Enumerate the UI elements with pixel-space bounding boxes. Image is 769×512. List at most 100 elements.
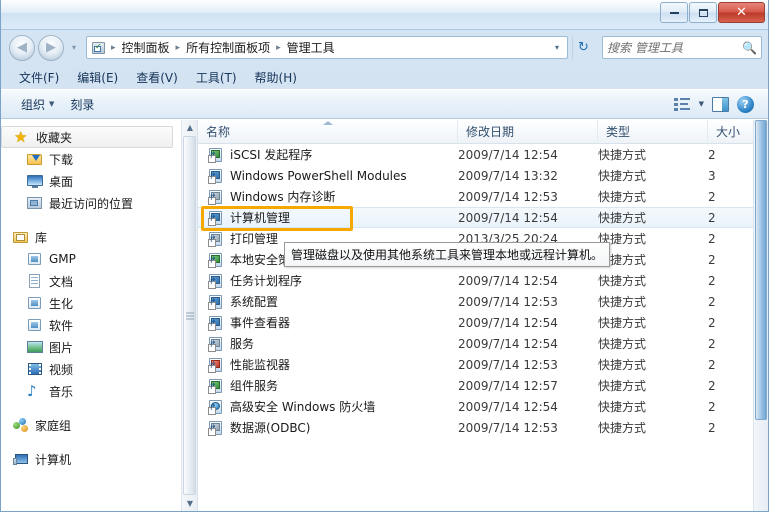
- sidebar-group-libraries[interactable]: 库: [1, 226, 181, 248]
- menu-view[interactable]: 查看(V): [128, 66, 186, 89]
- sidebar-item-software[interactable]: 软件: [1, 314, 181, 336]
- menu-file[interactable]: 文件(F): [11, 66, 67, 89]
- organize-button[interactable]: 组织 ▼: [13, 93, 62, 116]
- file-name-cell[interactable]: 数据源(ODBC): [198, 419, 458, 436]
- file-name-cell[interactable]: 事件查看器: [198, 314, 458, 331]
- close-button[interactable]: ✕: [718, 2, 765, 23]
- table-row[interactable]: Windows PowerShell Modules 2009/7/14 13:…: [198, 165, 768, 186]
- sidebar-item-recent-places[interactable]: 最近访问的位置: [1, 192, 181, 214]
- refresh-button[interactable]: ↻: [572, 36, 594, 59]
- sidebar-item-music[interactable]: 音乐: [1, 380, 181, 402]
- preview-pane-icon[interactable]: [712, 96, 729, 112]
- mmc-shortcut-icon: [208, 336, 224, 352]
- file-name-cell[interactable]: 高级安全 Windows 防火墙: [198, 398, 458, 415]
- sort-ascending-icon: [322, 120, 333, 125]
- history-dropdown-button[interactable]: ▾: [67, 38, 81, 58]
- sidebar-label-pictures: 图片: [49, 340, 74, 355]
- file-list-scrollbar[interactable]: [753, 120, 768, 511]
- file-date-cell: 2009/7/14 12:54: [458, 210, 558, 225]
- sidebar-item-shenghua[interactable]: 生化: [1, 292, 181, 314]
- back-button[interactable]: ◀: [9, 34, 35, 61]
- table-row[interactable]: 服务 2009/7/14 12:54 快捷方式 2: [198, 333, 768, 354]
- table-row[interactable]: 事件查看器 2009/7/14 12:54 快捷方式 2: [198, 312, 768, 333]
- help-icon[interactable]: ?: [737, 95, 754, 113]
- navigation-pane-scrollbar[interactable]: ▲ ▼: [181, 120, 197, 511]
- mmc-shortcut-icon: [208, 315, 224, 331]
- menu-bar: 文件(F) 编辑(E) 查看(V) 工具(T) 帮助(H): [1, 65, 768, 89]
- scrollbar-thumb[interactable]: [755, 120, 767, 420]
- view-chevron-down-icon[interactable]: ▼: [699, 100, 704, 108]
- sidebar-group-computer[interactable]: 计算机: [1, 448, 181, 470]
- table-row-computer-management[interactable]: 计算机管理 2009/7/14 12:54 快捷方式 2: [198, 207, 768, 228]
- column-label-name: 名称: [206, 124, 231, 139]
- file-name-cell[interactable]: 任务计划程序: [198, 272, 458, 289]
- table-row[interactable]: 高级安全 Windows 防火墙 2009/7/14 12:54 快捷方式 2: [198, 396, 768, 417]
- sidebar-group-favorites[interactable]: 收藏夹: [1, 126, 173, 148]
- navigation-pane: 收藏夹 下载 桌面 最近访问的位置 库 GMP: [1, 120, 181, 511]
- documents-icon: [27, 273, 43, 289]
- file-name-label: 高级安全 Windows 防火墙: [230, 400, 376, 414]
- table-row[interactable]: 任务计划程序 2009/7/14 12:54 快捷方式 2: [198, 270, 768, 291]
- body-split: 收藏夹 下载 桌面 最近访问的位置 库 GMP: [1, 119, 768, 511]
- file-name-cell[interactable]: 性能监视器: [198, 356, 458, 373]
- mmc-shortcut-icon: [208, 147, 224, 163]
- sidebar-item-pictures[interactable]: 图片: [1, 336, 181, 358]
- column-header-date[interactable]: 修改日期: [458, 120, 598, 144]
- file-type-cell: 快捷方式: [598, 211, 647, 225]
- file-type-cell: 快捷方式: [598, 295, 647, 309]
- sidebar-item-documents[interactable]: 文档: [1, 270, 181, 292]
- breadcrumb-item-admin-tools[interactable]: 管理工具: [283, 37, 339, 58]
- menu-help[interactable]: 帮助(H): [247, 66, 305, 89]
- sidebar-group-homegroup[interactable]: 家庭组: [1, 414, 181, 436]
- file-name-cell[interactable]: 系统配置: [198, 293, 458, 310]
- column-header-type[interactable]: 类型: [598, 120, 708, 144]
- library-folder-icon: [13, 229, 29, 245]
- sidebar-label-libraries: 库: [35, 230, 48, 245]
- menu-tools[interactable]: 工具(T): [188, 66, 245, 89]
- videos-icon: [27, 361, 43, 377]
- table-row[interactable]: 系统配置 2009/7/14 12:53 快捷方式 2: [198, 291, 768, 312]
- sidebar-item-downloads[interactable]: 下载: [1, 148, 181, 170]
- sidebar-item-videos[interactable]: 视频: [1, 358, 181, 380]
- minimize-button[interactable]: [660, 2, 688, 23]
- breadcrumb-item-control-panel[interactable]: 控制面板: [118, 37, 174, 58]
- file-date-cell: 2009/7/14 12:54: [458, 399, 558, 414]
- list-view-icon[interactable]: [673, 97, 691, 112]
- sidebar-item-gmp[interactable]: GMP: [1, 248, 181, 270]
- table-row[interactable]: Windows 内存诊断 2009/7/14 12:53 快捷方式 2: [198, 186, 768, 207]
- menu-edit[interactable]: 编辑(E): [69, 66, 126, 89]
- breadcrumb-address-bar[interactable]: ▸ 控制面板 ▸ 所有控制面板项 ▸ 管理工具 ▾: [86, 36, 568, 59]
- file-name-cell[interactable]: 计算机管理: [198, 209, 458, 226]
- search-input[interactable]: 搜索 管理工具: [607, 39, 742, 56]
- sidebar-label-documents: 文档: [49, 274, 74, 289]
- mmc-shortcut-icon: [208, 378, 224, 394]
- file-name-cell[interactable]: Windows 内存诊断: [198, 188, 458, 205]
- scroll-down-arrow-icon[interactable]: ▼: [182, 496, 198, 511]
- file-name-cell[interactable]: iSCSI 发起程序: [198, 146, 458, 163]
- breadcrumb-item-all-items[interactable]: 所有控制面板项: [182, 37, 274, 58]
- scroll-up-arrow-icon[interactable]: ▲: [182, 120, 198, 135]
- maximize-button[interactable]: [689, 2, 717, 23]
- address-dropdown-icon[interactable]: ▾: [549, 43, 565, 52]
- search-icon: 🔍: [742, 40, 757, 55]
- table-row[interactable]: 性能监视器 2009/7/14 12:53 快捷方式 2: [198, 354, 768, 375]
- table-row[interactable]: 组件服务 2009/7/14 12:57 快捷方式 2: [198, 375, 768, 396]
- file-name-cell[interactable]: 服务: [198, 335, 458, 352]
- sidebar-item-desktop[interactable]: 桌面: [1, 170, 181, 192]
- burn-button[interactable]: 刻录: [62, 93, 102, 116]
- table-row[interactable]: iSCSI 发起程序 2009/7/14 12:54 快捷方式 2: [198, 144, 768, 165]
- forward-button[interactable]: ▶: [38, 34, 64, 61]
- sidebar-label-desktop: 桌面: [49, 174, 74, 189]
- file-name-cell[interactable]: 组件服务: [198, 377, 458, 394]
- column-header-name[interactable]: 名称: [198, 120, 458, 144]
- maximize-icon: [698, 8, 708, 17]
- scrollbar-thumb[interactable]: [183, 136, 196, 495]
- search-box[interactable]: 搜索 管理工具 🔍: [602, 36, 762, 59]
- control-panel-icon: [91, 40, 107, 56]
- file-name-cell[interactable]: Windows PowerShell Modules: [198, 168, 458, 184]
- mmc-shortcut-icon: [208, 294, 224, 310]
- forward-arrow-icon: ▶: [46, 40, 56, 55]
- table-row[interactable]: 数据源(ODBC) 2009/7/14 12:53 快捷方式 2: [198, 417, 768, 438]
